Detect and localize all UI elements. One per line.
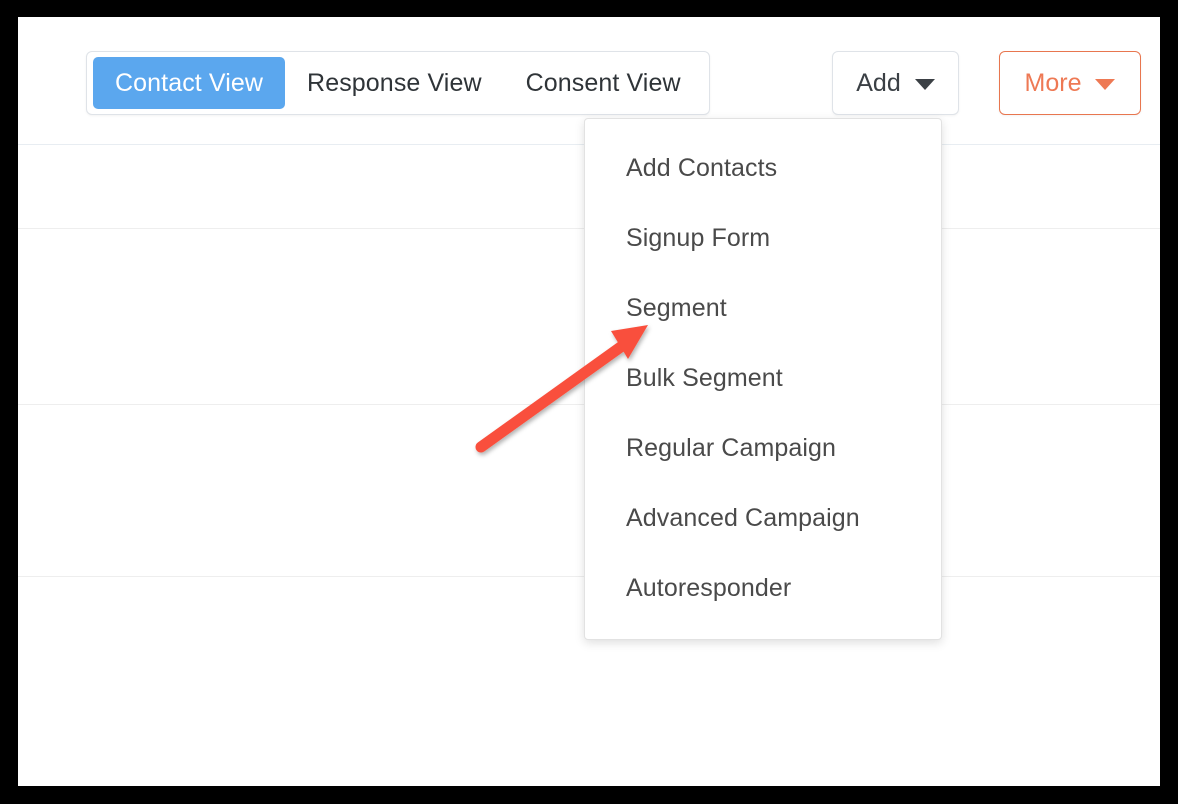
chevron-down-icon	[1095, 79, 1116, 90]
menu-item-segment[interactable]: Segment	[585, 273, 941, 343]
add-button-label: Add	[856, 68, 901, 97]
app-surface: Contact View Response View Consent View …	[18, 17, 1160, 786]
tab-contact-view[interactable]: Contact View	[93, 57, 286, 109]
menu-item-autoresponder[interactable]: Autoresponder	[585, 553, 941, 623]
menu-item-advanced-campaign[interactable]: Advanced Campaign	[585, 483, 941, 553]
more-button[interactable]: More	[999, 51, 1141, 115]
menu-item-add-contacts[interactable]: Add Contacts	[585, 133, 941, 203]
menu-item-regular-campaign[interactable]: Regular Campaign	[585, 413, 941, 483]
screenshot-root: Contact View Response View Consent View …	[0, 0, 1178, 804]
add-dropdown-menu: Add Contacts Signup Form Segment Bulk Se…	[584, 118, 942, 640]
view-tab-group: Contact View Response View Consent View	[86, 51, 710, 115]
chevron-down-icon	[914, 79, 935, 90]
add-button[interactable]: Add	[832, 51, 959, 115]
menu-item-signup-form[interactable]: Signup Form	[585, 203, 941, 273]
more-button-label: More	[1024, 68, 1082, 97]
menu-item-bulk-segment[interactable]: Bulk Segment	[585, 343, 941, 413]
tab-response-view[interactable]: Response View	[285, 57, 504, 109]
tab-consent-view[interactable]: Consent View	[504, 57, 703, 109]
toolbar: Contact View Response View Consent View …	[18, 17, 1160, 129]
